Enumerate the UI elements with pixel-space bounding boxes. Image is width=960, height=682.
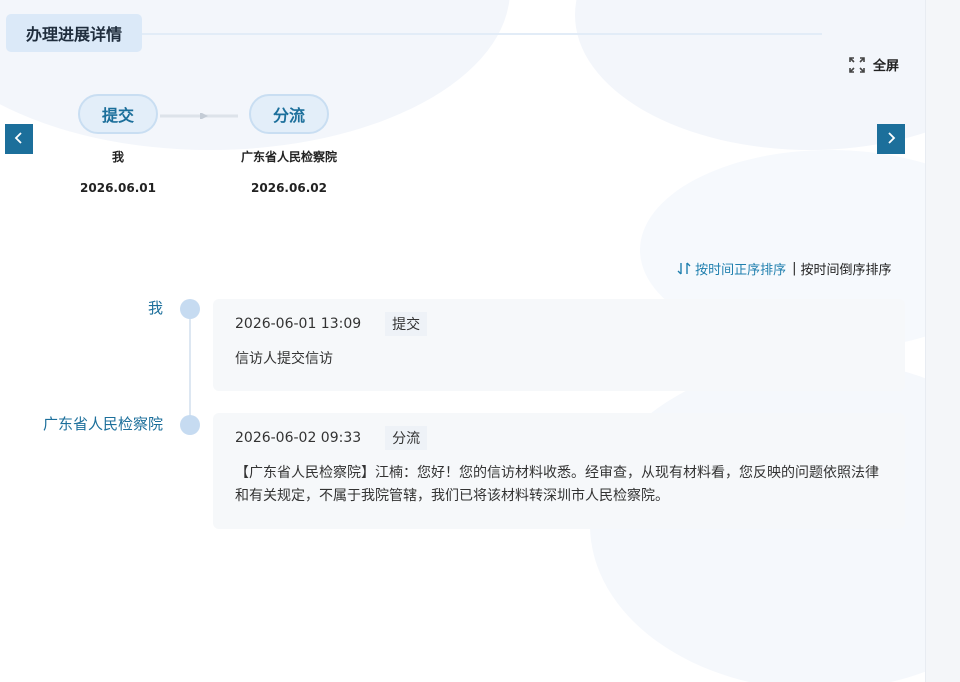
step-handler: 广东省人民检察院 [240, 150, 337, 164]
timeline-dot [180, 415, 200, 435]
timeline-card: 2026-06-02 09:33 分流 【广东省人民检察院】江楠：您好！您的信访… [213, 413, 905, 529]
sort-arrows-icon [677, 262, 695, 278]
timeline-tag: 提交 [385, 312, 428, 336]
next-button[interactable] [877, 124, 905, 154]
chevron-right-icon [886, 130, 896, 149]
scrollbar-track[interactable] [925, 0, 960, 682]
timeline-handler: 广东省人民检察院 [42, 415, 163, 433]
timeline-datetime: 2026-06-01 13:09 [235, 316, 362, 332]
timeline-dot [180, 299, 200, 319]
timeline-content: 【广东省人民检察院】江楠：您好！您的信访材料收悉。经审查，从现有材料看，您反映的… [235, 465, 879, 504]
fullscreen-label: 全屏 [873, 59, 900, 74]
progress-step: 提交 我 2026.06.01 [38, 94, 198, 195]
step-date: 2026.06.01 [80, 181, 156, 195]
step-date: 2026.06.02 [251, 181, 327, 195]
timeline-card: 2026-06-01 13:09 提交 信访人提交信访 [213, 299, 905, 391]
sort-asc-label: 按时间正序排序 [695, 263, 787, 278]
step-label: 分流 [249, 94, 329, 134]
timeline-tag: 分流 [385, 426, 428, 450]
prev-button[interactable] [5, 124, 33, 154]
step-handler: 我 [111, 150, 124, 164]
sort-asc-option[interactable]: 按时间正序排序 [677, 259, 786, 278]
sort-separator: | [792, 261, 797, 276]
expand-icon [849, 56, 865, 73]
chevron-left-icon [14, 130, 24, 149]
section-title: 办理进展详情 [6, 14, 142, 52]
timeline-handler: 我 [147, 299, 163, 317]
fullscreen-button[interactable]: 全屏 [849, 55, 899, 74]
timeline-datetime: 2026-06-02 09:33 [235, 430, 362, 446]
step-label: 提交 [78, 94, 158, 134]
sort-desc-option[interactable]: 按时间倒序排序 [801, 259, 892, 278]
progress-step: 分流 广东省人民检察院 2026.06.02 [209, 94, 369, 195]
timeline-content: 信访人提交信访 [235, 351, 333, 367]
sort-bar: 按时间正序排序 | 按时间倒序排序 [677, 259, 892, 278]
title-divider [142, 33, 822, 35]
timeline-line [189, 310, 191, 425]
